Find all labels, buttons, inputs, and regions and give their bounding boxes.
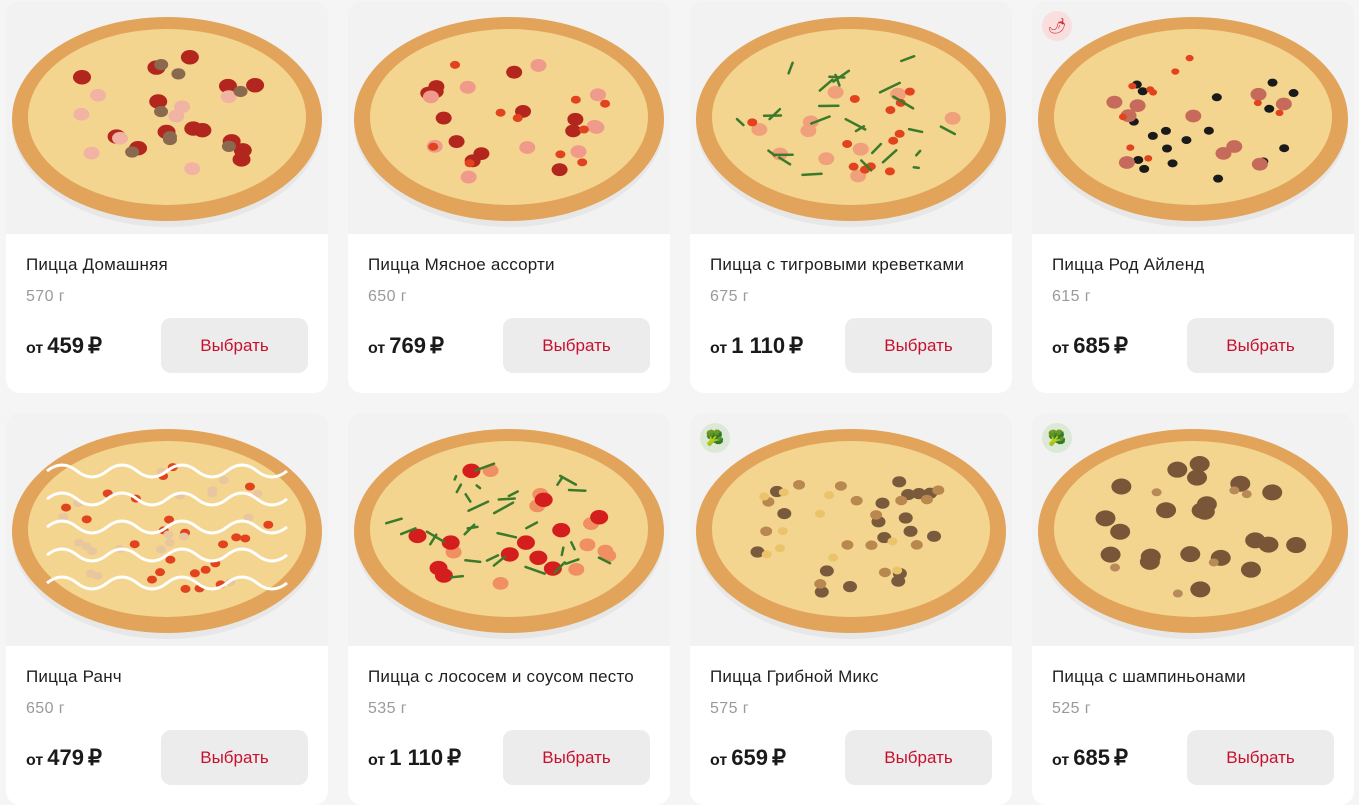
product-card[interactable]: Пицца с тигровыми креветками 675 г от1 1…	[690, 1, 1012, 393]
broccoli-icon: 🥦	[1042, 423, 1072, 453]
price-amount: 685	[1073, 333, 1110, 358]
product-title[interactable]: Пицца Ранч	[26, 667, 318, 687]
price-amount: 1 110	[731, 333, 785, 358]
pizza-illustration	[348, 413, 670, 646]
product-weight: 675 г	[710, 288, 749, 306]
pizza-illustration	[348, 1, 670, 234]
price-prefix: от	[710, 340, 727, 357]
product-title[interactable]: Пицца Мясное ассорти	[368, 255, 660, 275]
product-card[interactable]: Пицца Мясное ассорти 650 г от769₽ Выбрат…	[348, 1, 670, 393]
pizza-illustration	[6, 413, 328, 646]
product-title[interactable]: Пицца с шампиньонами	[1052, 667, 1344, 687]
pizza-photo[interactable]	[690, 413, 1012, 646]
select-button[interactable]: Выбрать	[503, 318, 650, 373]
product-price: от685₽	[1052, 745, 1128, 771]
product-weight: 570 г	[26, 288, 65, 306]
price-amount: 1 110	[389, 745, 443, 770]
currency-symbol: ₽	[430, 333, 444, 358]
product-card[interactable]: Пицца Домашняя 570 г от459₽ Выбрать	[6, 1, 328, 393]
chili-pepper-icon: 🌶	[1042, 11, 1072, 41]
product-card[interactable]: 🥦 Пицца с шампиньонами 525 г от685₽ Выбр…	[1032, 413, 1354, 805]
product-price: от479₽	[26, 745, 102, 771]
currency-symbol: ₽	[789, 333, 803, 358]
product-weight: 525 г	[1052, 700, 1091, 718]
pizza-illustration	[690, 1, 1012, 234]
pizza-photo[interactable]	[1032, 1, 1354, 234]
price-amount: 685	[1073, 745, 1110, 770]
product-price: от1 110₽	[710, 333, 803, 359]
select-button[interactable]: Выбрать	[161, 730, 308, 785]
price-prefix: от	[1052, 752, 1069, 769]
currency-symbol: ₽	[88, 745, 102, 770]
product-title[interactable]: Пицца Грибной Микс	[710, 667, 1002, 687]
product-title[interactable]: Пицца с лососем и соусом песто	[368, 667, 660, 687]
pizza-photo[interactable]	[6, 413, 328, 646]
product-card[interactable]: Пицца Ранч 650 г от479₽ Выбрать	[6, 413, 328, 805]
product-card[interactable]: 🥦 Пицца Грибной Микс 575 г от659₽ Выбрат…	[690, 413, 1012, 805]
price-amount: 659	[731, 745, 768, 770]
select-button[interactable]: Выбрать	[161, 318, 308, 373]
price-amount: 479	[47, 745, 84, 770]
price-amount: 459	[47, 333, 84, 358]
product-title[interactable]: Пицца Род Айленд	[1052, 255, 1344, 275]
select-button[interactable]: Выбрать	[503, 730, 650, 785]
currency-symbol: ₽	[1114, 333, 1128, 358]
product-price: от685₽	[1052, 333, 1128, 359]
product-card[interactable]: Пицца с лососем и соусом песто 535 г от1…	[348, 413, 670, 805]
product-weight: 650 г	[26, 700, 65, 718]
currency-symbol: ₽	[88, 333, 102, 358]
price-prefix: от	[368, 340, 385, 357]
pizza-illustration	[6, 1, 328, 234]
price-prefix: от	[26, 752, 43, 769]
product-grid: Пицца Домашняя 570 г от459₽ Выбрать Пицц…	[0, 0, 1359, 804]
pizza-illustration	[1032, 413, 1354, 646]
product-title[interactable]: Пицца Домашняя	[26, 255, 318, 275]
product-title[interactable]: Пицца с тигровыми креветками	[710, 255, 1002, 275]
price-prefix: от	[26, 340, 43, 357]
product-price: от459₽	[26, 333, 102, 359]
price-amount: 769	[389, 333, 426, 358]
select-button[interactable]: Выбрать	[845, 730, 992, 785]
pizza-photo[interactable]	[1032, 413, 1354, 646]
select-button[interactable]: Выбрать	[1187, 318, 1334, 373]
pizza-photo[interactable]	[690, 1, 1012, 234]
pizza-photo[interactable]	[348, 1, 670, 234]
price-prefix: от	[1052, 340, 1069, 357]
product-price: от1 110₽	[368, 745, 461, 771]
currency-symbol: ₽	[447, 745, 461, 770]
product-weight: 650 г	[368, 288, 407, 306]
product-weight: 615 г	[1052, 288, 1091, 306]
price-prefix: от	[368, 752, 385, 769]
price-prefix: от	[710, 752, 727, 769]
currency-symbol: ₽	[1114, 745, 1128, 770]
product-price: от659₽	[710, 745, 786, 771]
product-card[interactable]: 🌶 Пицца Род Айленд 615 г от685₽ Выбрать	[1032, 1, 1354, 393]
select-button[interactable]: Выбрать	[845, 318, 992, 373]
currency-symbol: ₽	[772, 745, 786, 770]
product-weight: 575 г	[710, 700, 749, 718]
pizza-photo[interactable]	[6, 1, 328, 234]
broccoli-icon: 🥦	[700, 423, 730, 453]
pizza-illustration	[1032, 1, 1354, 234]
pizza-illustration	[690, 413, 1012, 646]
pizza-photo[interactable]	[348, 413, 670, 646]
select-button[interactable]: Выбрать	[1187, 730, 1334, 785]
product-weight: 535 г	[368, 700, 407, 718]
product-price: от769₽	[368, 333, 444, 359]
